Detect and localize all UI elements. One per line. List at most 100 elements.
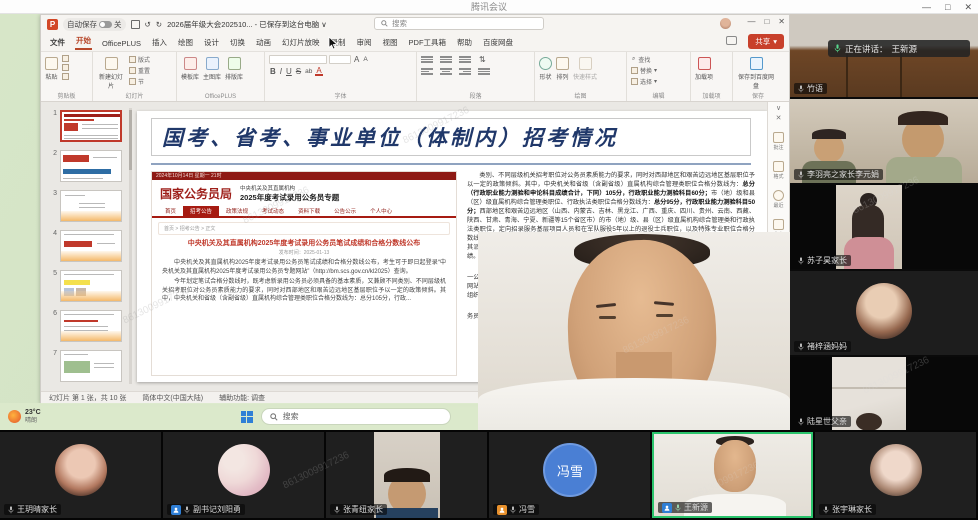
slide-1-thumbnail[interactable] xyxy=(60,110,122,142)
quick-styles-button[interactable]: 快速样式 xyxy=(573,55,597,81)
language-status[interactable]: 简体中文(中国大陆) xyxy=(142,393,203,403)
recent-tool-button[interactable]: 最近 xyxy=(773,190,784,209)
indent-icon[interactable] xyxy=(459,56,471,63)
accessibility-status[interactable]: 辅助功能: 调查 xyxy=(219,393,265,403)
minimize-button[interactable]: — xyxy=(922,0,931,14)
new-slide-button[interactable]: 新建幻灯片 xyxy=(97,55,125,90)
underline-button[interactable]: U xyxy=(285,67,293,76)
taskbar-search-input[interactable]: 搜索 xyxy=(261,408,451,425)
layout-lib-button[interactable]: 排版库 xyxy=(225,55,243,81)
ppt-maximize-button[interactable]: □ xyxy=(764,17,769,26)
presenter-camera-overlay[interactable] xyxy=(478,232,790,430)
select-button[interactable]: 选择 ▾ xyxy=(631,77,657,86)
font-name-select[interactable] xyxy=(269,55,327,64)
clear-format-button[interactable]: ab xyxy=(304,68,313,75)
align-center-icon[interactable] xyxy=(440,68,452,75)
strikethrough-button[interactable]: S xyxy=(295,67,302,76)
tab-insert[interactable]: 插入 xyxy=(151,35,168,50)
shapes-button[interactable]: 形状 xyxy=(539,55,552,81)
thumbnail-item[interactable]: 1 xyxy=(47,110,122,142)
collapse-icon[interactable]: ∨ xyxy=(776,104,781,112)
tab-home[interactable]: 开始 xyxy=(75,33,92,50)
close-icon[interactable]: ✕ xyxy=(776,114,782,122)
save-icon[interactable] xyxy=(131,20,140,29)
grow-font-icon[interactable]: A xyxy=(353,55,360,64)
font-color-button[interactable]: A xyxy=(315,67,322,76)
format-tool-button[interactable]: 格式 xyxy=(773,161,784,180)
close-button[interactable]: ✕ xyxy=(964,0,972,14)
video-tile[interactable]: 苏子昊家长 xyxy=(790,185,978,269)
thumbnail-item[interactable]: 5 xyxy=(47,270,122,302)
comments-icon[interactable] xyxy=(726,36,737,45)
image-lib-button[interactable]: 主图库 xyxy=(203,55,221,81)
tab-help[interactable]: 帮助 xyxy=(456,35,473,50)
paste-button[interactable]: 粘贴 xyxy=(45,55,58,81)
maximize-button[interactable]: □ xyxy=(945,0,950,14)
tab-officeplus[interactable]: OfficePLUS xyxy=(101,37,142,50)
redo-icon[interactable]: ↻ xyxy=(156,20,162,29)
cut-icon[interactable] xyxy=(62,55,69,62)
bullets-icon[interactable] xyxy=(421,56,433,63)
replace-button[interactable]: 替换 ▾ xyxy=(631,66,657,75)
arrange-button[interactable]: 排列 xyxy=(556,55,569,81)
save-to-pan-button[interactable]: 保存到百度网盘 xyxy=(737,55,775,90)
slide-7-thumbnail[interactable] xyxy=(60,350,122,382)
thumbnail-item[interactable]: 6 xyxy=(47,310,122,342)
slide-6-thumbnail[interactable] xyxy=(60,310,122,342)
comments-tool-button[interactable]: 批注 xyxy=(773,132,784,151)
thumbnail-item[interactable]: 2 xyxy=(47,150,122,182)
video-tile[interactable]: 李羽亮之家长李元娟 xyxy=(790,99,978,183)
layout-button[interactable]: 版式 xyxy=(129,55,150,64)
ppt-search-input[interactable]: 搜索 xyxy=(374,17,544,30)
thumbnail-item[interactable]: 3 xyxy=(47,190,122,222)
shrink-font-icon[interactable]: A xyxy=(362,56,368,63)
copy-icon[interactable] xyxy=(62,64,69,71)
tab-transitions[interactable]: 切换 xyxy=(229,35,246,50)
justify-icon[interactable] xyxy=(478,68,490,75)
tab-draw[interactable]: 绘图 xyxy=(177,35,194,50)
addins-button[interactable]: 加载项 xyxy=(695,55,713,81)
thumbnail-scrollbar[interactable] xyxy=(129,108,132,384)
taskbar-weather-widget[interactable]: 23°C 晴朗 xyxy=(8,409,41,425)
video-tile[interactable]: 张宇琳家长 xyxy=(815,432,976,518)
template-lib-button[interactable]: 模板库 xyxy=(181,55,199,81)
find-button[interactable]: ⌕查找 xyxy=(631,55,657,64)
account-avatar[interactable] xyxy=(720,18,731,29)
undo-icon[interactable]: ↺ xyxy=(145,20,151,29)
windows-start-button[interactable] xyxy=(241,411,253,423)
bold-button[interactable]: B xyxy=(269,67,277,76)
ppt-minimize-button[interactable]: — xyxy=(747,17,755,26)
tab-review[interactable]: 审阅 xyxy=(356,35,373,50)
video-tile[interactable]: 陆星世父亲 xyxy=(790,357,978,430)
tab-file[interactable]: 文件 xyxy=(49,35,66,50)
ppt-close-button[interactable]: ✕ xyxy=(778,17,785,26)
video-tile[interactable]: 冯雪 冯雪 xyxy=(489,432,650,518)
numbering-icon[interactable] xyxy=(440,56,452,63)
video-tile[interactable]: 副书记刘阳勇 xyxy=(163,432,324,518)
video-tile[interactable]: 褚梓涵妈妈 xyxy=(790,271,978,355)
slide-2-thumbnail[interactable] xyxy=(60,150,122,182)
thumbnail-item[interactable]: 7 xyxy=(47,350,122,382)
line-spacing-icon[interactable]: ⇅ xyxy=(478,55,487,64)
tab-slideshow[interactable]: 幻灯片放映 xyxy=(281,35,321,50)
thumbnail-item[interactable]: 4 xyxy=(47,230,122,262)
font-size-select[interactable] xyxy=(329,55,351,64)
slide-5-thumbnail[interactable] xyxy=(60,270,122,302)
slide-title-box[interactable]: 国考、省考、事业单位（体制内）招考情况 xyxy=(151,118,751,156)
align-left-icon[interactable] xyxy=(421,68,433,75)
video-tile[interactable]: 张青纽家长 xyxy=(326,432,487,518)
slide-3-thumbnail[interactable] xyxy=(60,190,122,222)
tab-pdf-tools[interactable]: PDF工具箱 xyxy=(408,35,448,50)
format-painter-icon[interactable] xyxy=(62,73,69,80)
align-right-icon[interactable] xyxy=(459,68,471,75)
italic-button[interactable]: I xyxy=(279,67,283,76)
active-speaker-tile[interactable]: 王新源 xyxy=(652,432,813,518)
share-button[interactable]: 共享▾ xyxy=(748,34,784,49)
reset-button[interactable]: 重置 xyxy=(129,66,150,75)
slide-4-thumbnail[interactable] xyxy=(60,230,122,262)
tab-animations[interactable]: 动画 xyxy=(255,35,272,50)
tab-baidu-pan[interactable]: 百度网盘 xyxy=(482,35,514,50)
tab-view[interactable]: 视图 xyxy=(382,35,399,50)
video-tile[interactable]: 王玥晴家长 xyxy=(0,432,161,518)
clipboard-small-buttons[interactable] xyxy=(62,55,69,80)
